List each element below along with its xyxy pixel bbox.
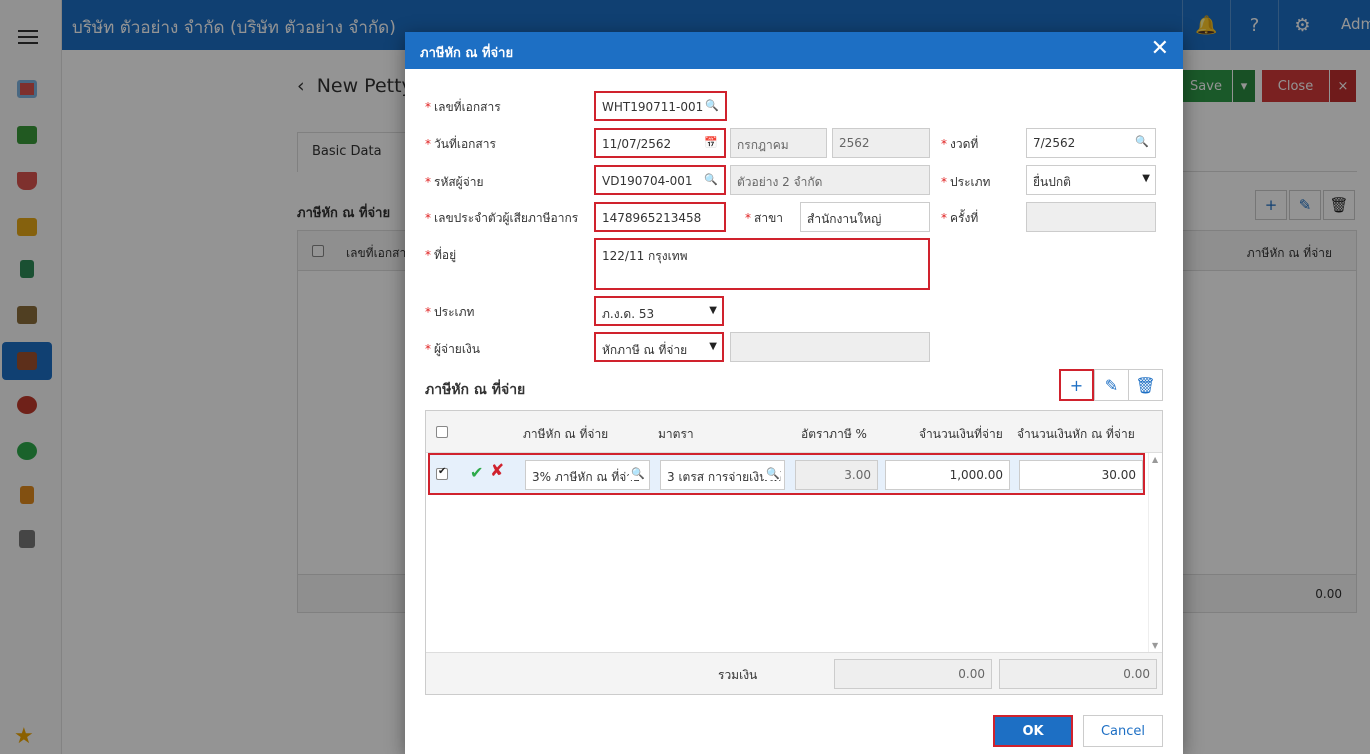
column-header-withheld: จำนวนเงินหัก ณ ที่จ่าย	[1017, 427, 1135, 441]
column-header-amount: จำนวนเงินที่จ่าย	[919, 427, 1003, 441]
branch-label: * สาขา	[745, 211, 784, 225]
address-label: * ที่อยู่	[425, 248, 457, 262]
row-checkbox[interactable]	[436, 466, 448, 480]
row-withheld-input[interactable]: 30.00	[1019, 460, 1143, 490]
trash-icon: 🗑	[1135, 375, 1156, 395]
scroll-up-icon[interactable]: ▲	[1152, 455, 1158, 464]
add-row-button[interactable]: +	[1059, 369, 1094, 401]
search-icon[interactable]: 🔍	[764, 467, 780, 480]
row-section-input[interactable]: 3 เตรส การจ่ายเงินได้ 🔍	[660, 460, 785, 490]
period-input[interactable]: 7/2562 🔍	[1026, 128, 1156, 158]
grid-header: ภาษีหัก ณ ที่จ่าย มาตรา อัตราภาษี % จำนว…	[426, 411, 1162, 453]
select-all-checkbox[interactable]	[436, 426, 448, 438]
year-field: 2562	[832, 128, 930, 158]
doc-no-label: * เลขที่เอกสาร	[425, 100, 501, 114]
payer-label: * ผู้จ่ายเงิน	[425, 342, 480, 356]
period-label: * งวดที่	[941, 137, 979, 151]
cancel-icon[interactable]: ✘	[490, 461, 504, 481]
ok-button[interactable]: OK	[993, 715, 1073, 747]
address-input[interactable]: 122/11 กรุงเทพ	[594, 238, 930, 290]
grid-section-title: ภาษีหัก ณ ที่จ่าย	[425, 382, 526, 398]
doc-no-input[interactable]: WHT190711-001 🔍	[594, 91, 727, 121]
payer-code-input[interactable]: VD190704-001 🔍	[594, 165, 726, 195]
confirm-icon[interactable]: ✔	[470, 463, 483, 482]
cancel-button[interactable]: Cancel	[1083, 715, 1163, 747]
total-amount-field: 0.00	[834, 659, 992, 689]
times-label: * ครั้งที่	[941, 211, 979, 225]
doc-date-label: * วันที่เอกสาร	[425, 137, 496, 151]
payer-extra-field	[730, 332, 930, 362]
row-tax-input[interactable]: 3% ภาษีหัก ณ ที่จ่าย 🔍	[525, 460, 650, 490]
month-field: กรกฎาคม	[730, 128, 827, 158]
column-header-tax: ภาษีหัก ณ ที่จ่าย	[523, 427, 609, 441]
withholding-tax-dialog: ภาษีหัก ณ ที่จ่าย ✕ * เลขที่เอกสาร WHT190…	[405, 32, 1183, 754]
form-type-label: * ประเภท	[425, 305, 475, 319]
dialog-header: ภาษีหัก ณ ที่จ่าย ✕	[405, 32, 1183, 69]
plus-icon: +	[1069, 375, 1084, 395]
grid-scrollbar[interactable]: ▲ ▼	[1148, 453, 1162, 652]
close-icon[interactable]: ✕	[1151, 37, 1169, 61]
tax-id-input[interactable]: 1478965213458	[594, 202, 726, 232]
search-icon[interactable]: 🔍	[629, 467, 645, 480]
total-withheld-field: 0.00	[999, 659, 1157, 689]
search-icon[interactable]: 🔍	[705, 99, 719, 112]
delete-row-button[interactable]: 🗑	[1128, 369, 1163, 401]
column-header-rate: อัตราภาษี %	[801, 427, 867, 441]
payer-select[interactable]: หักภาษี ณ ที่จ่าย ▼	[594, 332, 724, 362]
row-amount-input[interactable]: 1,000.00	[885, 460, 1010, 490]
tax-grid: ภาษีหัก ณ ที่จ่าย มาตรา อัตราภาษี % จำนว…	[425, 410, 1163, 695]
chevron-down-icon: ▼	[1142, 173, 1150, 184]
form-type-select[interactable]: ภ.ง.ด. 53 ▼	[594, 296, 724, 326]
times-field	[1026, 202, 1156, 232]
table-row[interactable]: ✔ ✘ 3% ภาษีหัก ณ ที่จ่าย🔍 3 เตรส การจ่าย…	[428, 453, 1145, 495]
type-select[interactable]: ยื่นปกติ ▼	[1026, 165, 1156, 195]
grid-footer: รวมเงิน 0.00 0.00	[426, 652, 1162, 694]
column-header-section: มาตรา	[658, 427, 694, 441]
dialog-title: ภาษีหัก ณ ที่จ่าย	[420, 46, 514, 61]
search-icon[interactable]: 🔍	[1135, 135, 1149, 148]
chevron-down-icon: ▼	[709, 305, 717, 316]
edit-row-button[interactable]: ✎	[1094, 369, 1129, 401]
type-label: * ประเภท	[941, 175, 991, 189]
payer-code-label: * รหัสผู้จ่าย	[425, 175, 484, 189]
payer-name-field: ตัวอย่าง 2 จำกัด	[730, 165, 930, 195]
branch-input[interactable]: สำนักงานใหญ่	[800, 202, 930, 232]
pencil-icon: ✎	[1104, 375, 1119, 395]
total-label: รวมเงิน	[718, 668, 758, 682]
search-icon[interactable]: 🔍	[704, 173, 718, 186]
doc-date-input[interactable]: 11/07/2562 📅	[594, 128, 726, 158]
calendar-icon[interactable]: 📅	[704, 136, 718, 149]
row-rate-field: 3.00	[795, 460, 878, 490]
chevron-down-icon: ▼	[709, 341, 717, 352]
tax-id-label: * เลขประจำตัวผู้เสียภาษีอากร	[425, 211, 579, 225]
scroll-down-icon[interactable]: ▼	[1152, 641, 1158, 650]
